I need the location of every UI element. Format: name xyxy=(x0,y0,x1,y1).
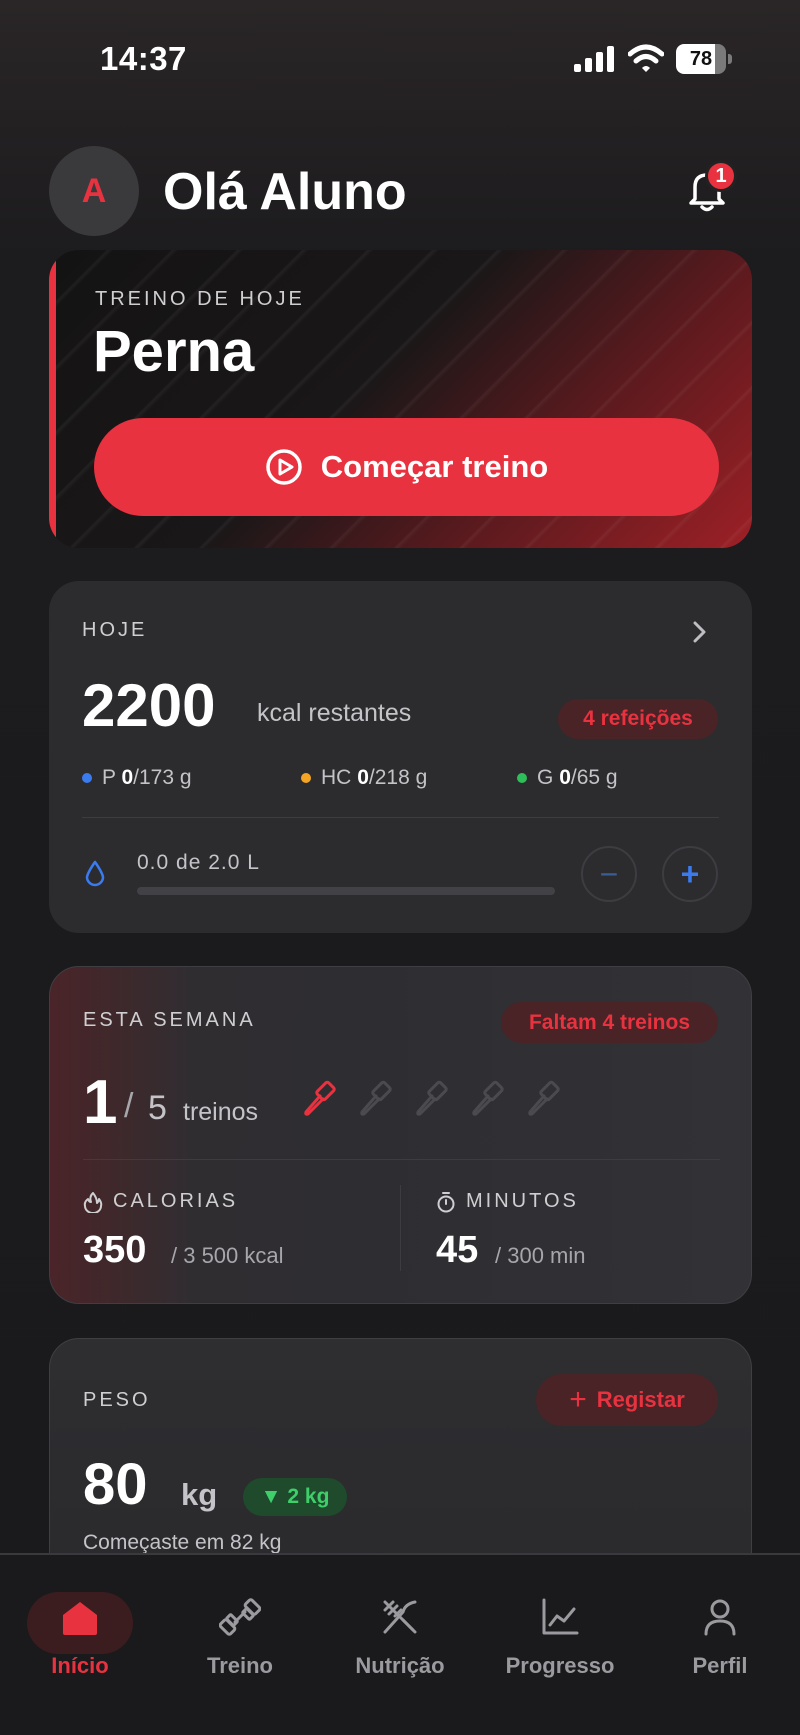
wifi-icon xyxy=(628,44,664,72)
today-label: HOJE xyxy=(82,619,148,641)
start-workout-button[interactable]: Começar treino xyxy=(94,418,719,516)
bottom-tab-bar: Início Treino Nutrição Progresso Perfil xyxy=(0,1553,800,1735)
minutes-goal: / 300 min xyxy=(495,1243,586,1268)
today-nutrition-card[interactable]: HOJE 2200 kcal restantes 4 refeições P 0… xyxy=(49,581,752,933)
user-icon xyxy=(704,1599,736,1636)
weight-start-text: Começaste em 82 kg xyxy=(83,1531,282,1554)
minutes-value: 45 xyxy=(436,1229,479,1271)
remaining-workouts-badge: Faltam 4 treinos xyxy=(501,1002,718,1043)
divider xyxy=(82,817,719,818)
home-icon xyxy=(63,1602,97,1635)
week-label: ESTA SEMANA xyxy=(83,1009,256,1031)
weight-change-badge: ▼ 2 kg xyxy=(243,1478,347,1516)
cellular-signal-icon xyxy=(574,46,614,72)
water-intake-text: 0.0 de 2.0 L xyxy=(137,851,260,874)
weight-value: 80 xyxy=(83,1452,148,1517)
workout-pending-icon xyxy=(528,1080,560,1116)
kcal-remaining-unit: kcal restantes xyxy=(257,699,412,727)
water-drop-icon xyxy=(85,860,105,887)
calories-label: CALORIAS xyxy=(113,1190,239,1212)
tab-label: Progresso xyxy=(505,1653,615,1678)
greeting-title: Olá Aluno xyxy=(163,163,407,221)
tab-label: Perfil xyxy=(692,1653,748,1678)
start-workout-label: Começar treino xyxy=(320,449,549,484)
fork-knife-icon xyxy=(383,1600,417,1634)
workout-progress-icons xyxy=(300,1079,564,1119)
minutes-label: MINUTOS xyxy=(466,1190,579,1212)
divider xyxy=(83,1159,720,1160)
weight-unit: kg xyxy=(181,1477,218,1512)
carbs-dot xyxy=(301,773,311,783)
flame-icon xyxy=(83,1191,103,1213)
kcal-remaining-value: 2200 xyxy=(82,672,216,739)
macro-fat: G 0/65 g xyxy=(517,766,618,790)
status-bar: 14:37 78 xyxy=(0,0,800,120)
fat-dot xyxy=(517,773,527,783)
calories-goal: / 3 500 kcal xyxy=(171,1243,284,1268)
workouts-goal-value: 5 xyxy=(148,1089,167,1127)
today-workout-card: TREINO DE HOJE Perna Começar treino xyxy=(49,250,752,548)
workout-title: Perna xyxy=(93,319,255,384)
calories-label-row: CALORIAS xyxy=(83,1190,238,1213)
notification-badge: 1 xyxy=(705,160,737,192)
workouts-slash: / xyxy=(124,1087,134,1125)
avatar-initial: A xyxy=(81,171,107,210)
plus-icon: + xyxy=(569,1383,587,1416)
workout-pending-icon xyxy=(416,1080,448,1116)
tab-inicio[interactable]: Início xyxy=(5,1585,155,1679)
water-decrease-button[interactable]: − xyxy=(581,846,637,902)
macro-carbs: HC 0/218 g xyxy=(301,766,427,790)
register-weight-button[interactable]: + Registar xyxy=(536,1374,718,1426)
tab-perfil[interactable]: Perfil xyxy=(645,1585,795,1679)
weekly-summary-card[interactable]: ESTA SEMANA Faltam 4 treinos 1 / 5 trein… xyxy=(49,966,752,1304)
dumbbell-icon xyxy=(219,1598,261,1636)
workout-pending-icon xyxy=(360,1080,392,1116)
avatar[interactable]: A xyxy=(49,146,139,236)
tab-label: Início xyxy=(51,1653,109,1678)
calories-value: 350 xyxy=(83,1229,147,1271)
tab-nutricao[interactable]: Nutrição xyxy=(325,1585,475,1679)
water-increase-button[interactable]: + xyxy=(662,846,718,902)
weight-label: PESO xyxy=(83,1389,151,1411)
workouts-done-value: 1 xyxy=(83,1068,118,1137)
stopwatch-icon xyxy=(437,1191,455,1212)
chevron-right-icon[interactable] xyxy=(689,619,711,645)
workout-done-icon xyxy=(304,1080,336,1116)
tab-label: Nutrição xyxy=(355,1653,445,1678)
weight-change-value: 2 kg xyxy=(287,1485,330,1508)
meals-count-badge[interactable]: 4 refeições xyxy=(558,699,718,739)
register-weight-label: Registar xyxy=(596,1387,685,1412)
chart-icon xyxy=(542,1598,579,1635)
tab-treino[interactable]: Treino xyxy=(165,1585,315,1679)
stats-divider xyxy=(400,1185,401,1271)
minutes-label-row: MINUTOS xyxy=(436,1190,579,1213)
water-progress-bar xyxy=(137,887,555,895)
battery-level: 78 xyxy=(689,48,713,70)
macro-protein: P 0/173 g xyxy=(82,766,192,790)
workout-pending-icon xyxy=(472,1080,504,1116)
down-triangle-icon: ▼ xyxy=(260,1485,282,1508)
play-circle-icon xyxy=(266,449,302,485)
protein-dot xyxy=(82,773,92,783)
battery-indicator: 78 xyxy=(676,44,732,74)
tab-label: Treino xyxy=(206,1653,273,1678)
workouts-unit: treinos xyxy=(183,1098,259,1126)
workout-label: TREINO DE HOJE xyxy=(95,288,305,310)
tab-progresso[interactable]: Progresso xyxy=(485,1585,635,1679)
status-time: 14:37 xyxy=(100,40,187,77)
